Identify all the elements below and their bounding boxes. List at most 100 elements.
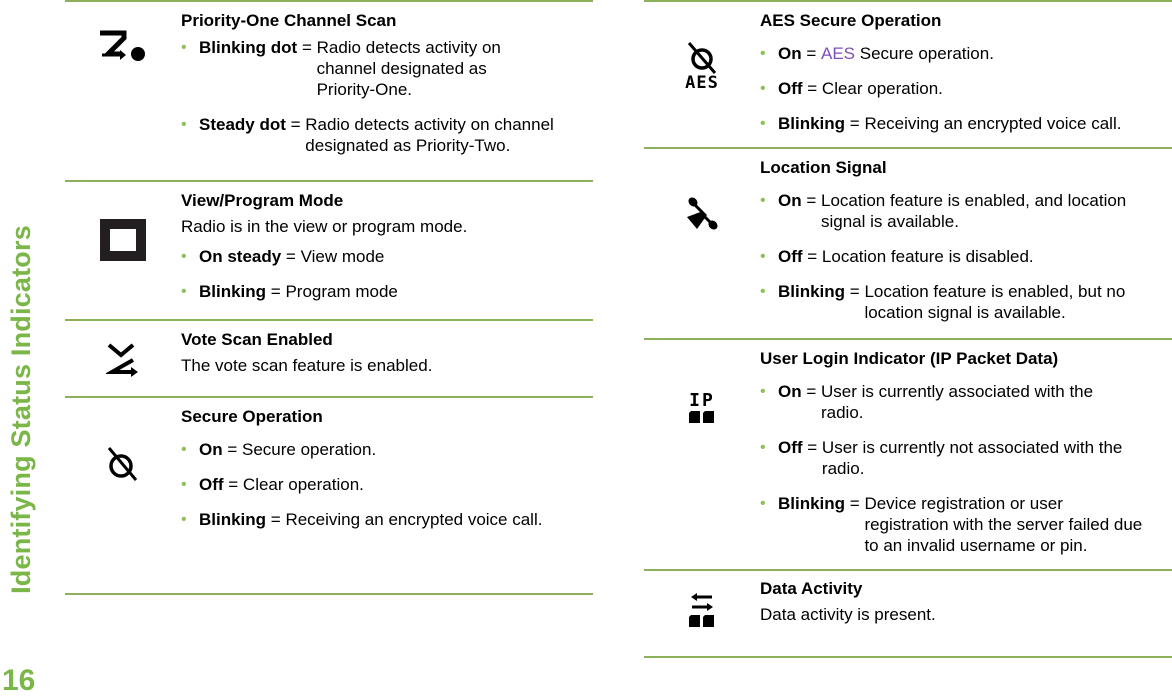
indicator-state: • On steady = View mode: [181, 246, 593, 267]
bullet-icon: •: [760, 248, 766, 265]
state-term: Off: [778, 247, 803, 266]
state-definition: Clear operation.: [242, 475, 364, 494]
state-definition: Program mode: [285, 282, 398, 301]
bullet-icon: •: [181, 283, 187, 300]
indicator-title: User Login Indicator (IP Packet Data): [760, 349, 1059, 368]
ip-label: IP: [689, 390, 715, 411]
indicator-state: • On = Secure operation.: [181, 439, 593, 460]
indicator-title: Secure Operation: [181, 407, 323, 426]
indicator-state: • Blinking = Program mode: [181, 281, 593, 302]
state-term: Blinking: [199, 510, 267, 529]
state-term: Off: [778, 79, 803, 98]
indicator-description: Data activity is present.: [760, 605, 936, 624]
indicator-state: • On = Location feature is enabled, and …: [760, 190, 1172, 232]
priority-one-scan-icon: [65, 20, 181, 70]
bullet-icon: •: [760, 283, 766, 300]
indicator-view-program-mode: View/Program Mode Radio is in the view o…: [65, 180, 593, 319]
indicator-state: • On = AES Secure operation.: [760, 43, 1172, 64]
state-term: Steady dot: [199, 115, 286, 134]
indicator-location-signal: Location Signal • On = Location feature …: [644, 147, 1172, 338]
state-term: On: [199, 440, 223, 459]
indicator-state: • Off = Clear operation.: [181, 474, 593, 495]
bullet-icon: •: [760, 115, 766, 132]
indicator-state: • Off = User is currently not associated…: [760, 437, 1172, 479]
state-definition: Location feature is enabled, and locatio…: [820, 191, 1127, 231]
indicator-secure-operation: Secure Operation • On = Secure operation…: [65, 396, 593, 595]
indicator-state: • Blinking = Device registration or user…: [760, 493, 1172, 556]
state-definition: Clear operation.: [821, 79, 943, 98]
equals-sign: =: [285, 115, 306, 134]
aes-highlight: AES: [820, 44, 856, 63]
state-definition: AES Secure operation.: [821, 43, 994, 64]
bullet-icon: •: [760, 495, 766, 512]
indicator-vote-scan: Vote Scan Enabled The vote scan feature …: [65, 319, 593, 396]
section-title-text: Identifying Status Indicators: [5, 224, 36, 594]
state-term: On: [778, 382, 802, 401]
equals-sign: =: [281, 247, 301, 266]
bullet-icon: •: [181, 39, 187, 56]
indicator-state: • Blinking = Receiving an encrypted voic…: [181, 509, 593, 530]
equals-sign: =: [801, 44, 821, 63]
equals-sign: =: [222, 440, 242, 459]
state-term: On steady: [199, 247, 282, 266]
page-number: 16: [2, 664, 36, 697]
indicator-title: Data Activity: [760, 579, 863, 598]
data-activity-icon: [644, 591, 760, 631]
equals-sign: =: [845, 282, 865, 301]
state-definition: Secure operation.: [241, 440, 377, 459]
state-term: Blinking: [199, 282, 267, 301]
state-term: Blinking: [778, 494, 846, 513]
indicator-title: AES Secure Operation: [760, 11, 942, 30]
bullet-icon: •: [760, 192, 766, 209]
indicator-state: • Off = Clear operation.: [760, 78, 1172, 99]
indicator-state: • Blinking = Location feature is enabled…: [760, 281, 1172, 323]
state-definition: Device registration or user registration…: [864, 494, 1143, 555]
indicator-state: • Blinking dot = Radio detects activity …: [181, 37, 593, 100]
state-definition: User is currently associated with the ra…: [820, 382, 1094, 422]
bullet-icon: •: [181, 476, 187, 493]
indicator-state: • Blinking = Receiving an encrypted voic…: [760, 113, 1172, 134]
state-term: Blinking: [778, 114, 846, 133]
state-definition: Radio detects activity on channel design…: [305, 115, 554, 155]
state-definition: User is currently not associated with th…: [821, 438, 1123, 478]
equals-sign: =: [266, 282, 286, 301]
equals-sign: =: [845, 494, 865, 513]
state-term: On: [778, 191, 802, 210]
section-title: Identifying Status Indicators: [2, 224, 40, 594]
user-login-ip-icon: IP: [644, 388, 760, 428]
indicator-title: Vote Scan Enabled: [181, 330, 333, 349]
indicator-aes-secure-operation: AES AES Secure Operation • On = AES Secu…: [644, 0, 1172, 147]
equals-sign: =: [801, 191, 821, 210]
bullet-icon: •: [181, 441, 187, 458]
equals-sign: =: [845, 114, 865, 133]
indicator-state: • Steady dot = Radio detects activity on…: [181, 114, 593, 156]
bullet-icon: •: [760, 80, 766, 97]
bullet-icon: •: [181, 511, 187, 528]
view-program-mode-icon: [65, 218, 181, 262]
vote-scan-icon: [65, 339, 181, 379]
bullet-icon: •: [760, 439, 766, 456]
indicator-title: Priority-One Channel Scan: [181, 11, 397, 30]
indicator-state: • On = User is currently associated with…: [760, 381, 1172, 423]
equals-sign: =: [802, 79, 822, 98]
equals-sign: =: [802, 438, 822, 457]
bullet-icon: •: [760, 45, 766, 62]
indicator-data-activity: Data Activity Data activity is present.: [644, 569, 1172, 658]
state-definition: Location feature is disabled.: [821, 247, 1034, 266]
equals-sign: =: [802, 247, 822, 266]
definition-rest: Secure operation.: [855, 44, 994, 63]
indicator-description: The vote scan feature is enabled.: [181, 356, 433, 375]
left-column: Priority-One Channel Scan • Blinking dot…: [65, 0, 593, 595]
state-definition: Receiving an encrypted voice call.: [864, 114, 1122, 133]
state-term: Off: [778, 438, 803, 457]
aes-label: AES: [685, 73, 719, 93]
equals-sign: =: [801, 382, 821, 401]
secure-operation-icon: [65, 442, 181, 486]
bullet-icon: •: [181, 248, 187, 265]
bullet-icon: •: [760, 383, 766, 400]
state-term: Off: [199, 475, 224, 494]
indicator-state: • Off = Location feature is disabled.: [760, 246, 1172, 267]
state-term: On: [778, 44, 802, 63]
equals-sign: =: [223, 475, 243, 494]
state-definition: Receiving an encrypted voice call.: [285, 510, 543, 529]
